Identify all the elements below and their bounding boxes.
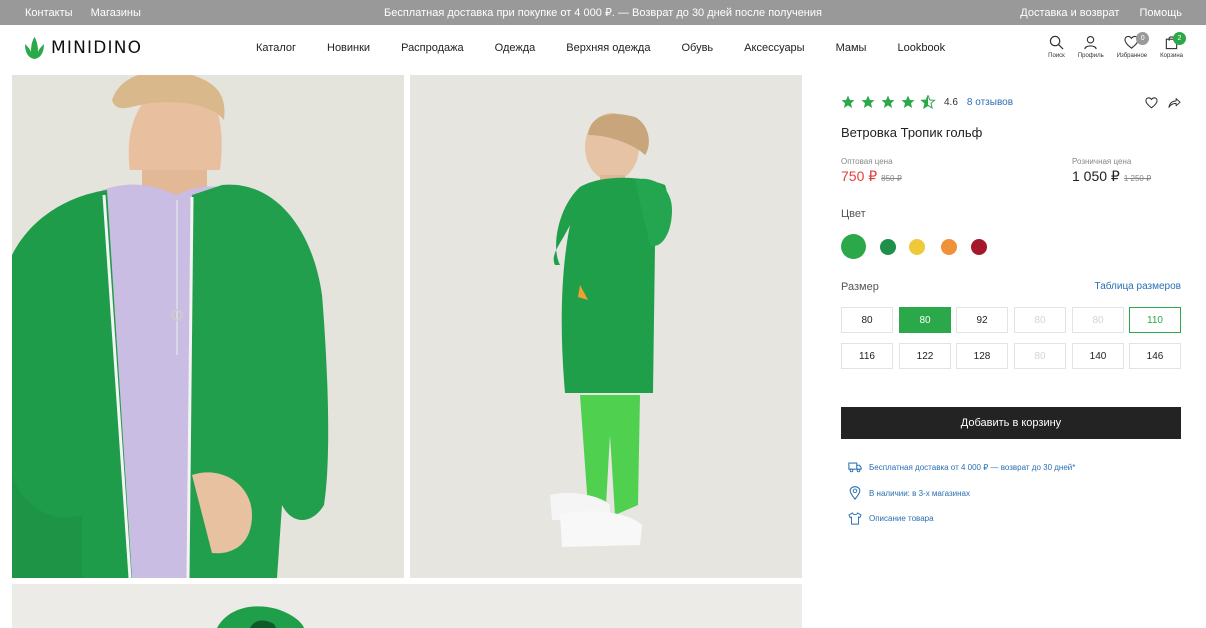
wholesale-price-block: Оптовая цена 750 ₽ 850 ₽ [841, 157, 902, 185]
rating: 4.6 8 отзывов [841, 95, 1013, 109]
truck-icon [848, 462, 862, 473]
description-link-text: Описание товара [869, 514, 934, 523]
size-option[interactable]: 110 [1129, 307, 1181, 333]
product-photo-front-image [12, 75, 404, 578]
size-option[interactable]: 92 [956, 307, 1008, 333]
product-photo-detail[interactable] [12, 584, 802, 628]
size-option-disabled: 80 [1014, 307, 1066, 333]
favorites-button[interactable]: Избранное 0 [1116, 32, 1150, 59]
nav-lookbook[interactable]: Lookbook [897, 42, 945, 54]
retail-label: Розничная цена [1072, 157, 1132, 166]
retail-old-price: 1 250 ₽ [1123, 174, 1152, 183]
add-to-cart-button[interactable]: Добавить в корзину [841, 407, 1181, 439]
cart-count-badge: 2 [1173, 32, 1186, 45]
product-photo-detail-image [12, 584, 802, 628]
color-swatch-burgundy[interactable] [971, 239, 987, 255]
stores-link[interactable]: Магазины [91, 7, 141, 19]
size-option[interactable]: 116 [841, 343, 893, 369]
stock-info-text: В наличии: в 3-х магазинах [869, 488, 970, 498]
location-pin-icon [849, 486, 861, 500]
favorites-count-badge: 0 [1136, 32, 1150, 45]
product-photo-side-image [410, 75, 802, 578]
size-option-disabled: 80 [1072, 307, 1124, 333]
nav-catalog[interactable]: Каталог [256, 42, 296, 54]
search-label: Поиск [1048, 53, 1065, 59]
share-icon[interactable] [1168, 97, 1181, 109]
nav-moms[interactable]: Мамы [836, 42, 867, 54]
nav-accessories[interactable]: Аксессуары [744, 42, 804, 54]
wholesale-old-price: 850 ₽ [881, 174, 902, 183]
wholesale-label: Оптовая цена [841, 157, 893, 166]
rating-value: 4.6 [944, 96, 958, 108]
nav-outerwear[interactable]: Верхняя одежда [566, 42, 650, 54]
header-icons: Поиск Профиль Избранное 0 Корзина 2 [1035, 32, 1186, 59]
tshirt-icon [848, 512, 862, 525]
top-announcement-bar: Контакты Магазины Бесплатная доставка пр… [0, 0, 1206, 25]
retail-price: 1 050 ₽ [1072, 168, 1120, 184]
nav-new[interactable]: Новинки [327, 42, 370, 54]
search-button[interactable]: Поиск [1048, 35, 1065, 59]
stock-info[interactable]: В наличии: в 3-х магазинах [848, 486, 970, 500]
star-rating-icons [841, 95, 936, 109]
size-option[interactable]: 80 [841, 307, 893, 333]
main-nav: Каталог Новинки Распродажа Одежда Верхня… [256, 42, 945, 54]
logo-text: MINIDINO [51, 38, 143, 58]
size-option[interactable]: 128 [956, 343, 1008, 369]
dino-leaf-icon [25, 37, 44, 59]
size-option[interactable]: 122 [899, 343, 951, 369]
help-link[interactable]: Помощь [1140, 7, 1183, 19]
reviews-link[interactable]: 8 отзывов [967, 97, 1013, 108]
color-swatch-yellow[interactable] [909, 239, 925, 255]
delivery-return-link[interactable]: Доставка и возврат [1020, 7, 1119, 19]
description-link[interactable]: Описание товара [848, 512, 934, 525]
product-title: Ветровка Тропик гольф [841, 125, 983, 140]
profile-button[interactable]: Профиль [1078, 35, 1104, 59]
color-label: Цвет [841, 208, 866, 220]
delivery-info-text: Бесплатная доставка от 4 000 ₽ — возврат… [869, 462, 1076, 472]
wholesale-price: 750 ₽ [841, 168, 878, 184]
logo[interactable]: MINIDINO [24, 36, 142, 60]
size-option-selected[interactable]: 80 [899, 307, 951, 333]
delivery-info[interactable]: Бесплатная доставка от 4 000 ₽ — возврат… [848, 461, 1075, 473]
size-label: Размер [841, 281, 879, 293]
size-option-disabled: 80 [1014, 343, 1066, 369]
search-icon [1049, 35, 1064, 50]
retail-price-block: Розничная цена 1 050 ₽ 1 250 ₽ [1072, 157, 1151, 185]
color-swatch-orange[interactable] [941, 239, 957, 255]
nav-shoes[interactable]: Обувь [681, 42, 713, 54]
contacts-link[interactable]: Контакты [25, 7, 73, 19]
user-icon [1084, 35, 1097, 50]
size-option[interactable]: 146 [1129, 343, 1181, 369]
cart-button[interactable]: Корзина 2 [1160, 32, 1186, 59]
nav-clothes[interactable]: Одежда [495, 42, 536, 54]
product-photo-side[interactable] [410, 75, 802, 578]
favorite-heart-icon[interactable] [1145, 97, 1158, 109]
color-swatch-green-selected[interactable] [841, 234, 866, 259]
site-header: MINIDINO Каталог Новинки Распродажа Одеж… [0, 25, 1206, 75]
size-table-link[interactable]: Таблица размеров [1095, 281, 1181, 292]
nav-sale[interactable]: Распродажа [401, 42, 464, 54]
favorites-label: Избранное [1116, 53, 1148, 59]
color-swatch-dark-green[interactable] [880, 239, 896, 255]
profile-label: Профиль [1077, 53, 1104, 59]
size-option[interactable]: 140 [1072, 343, 1124, 369]
cart-label: Корзина [1160, 53, 1183, 59]
product-photo-front[interactable] [12, 75, 404, 578]
